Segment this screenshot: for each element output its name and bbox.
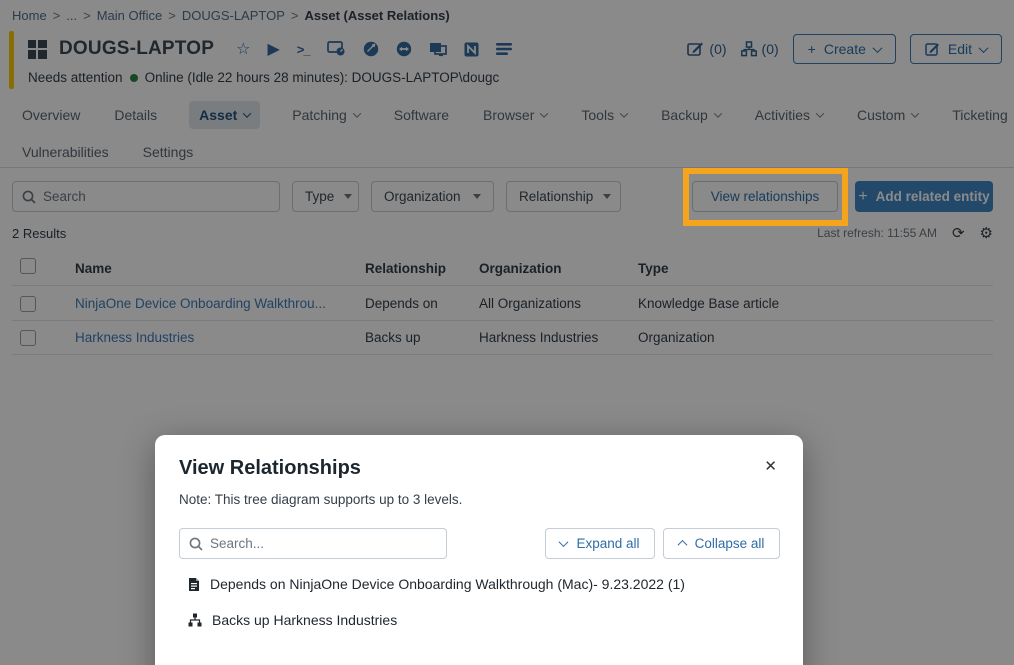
view-relationships-modal: View Relationships ✕ Note: This tree dia…	[155, 435, 803, 665]
chevron-down-icon	[559, 537, 569, 547]
hierarchy-icon	[188, 613, 202, 627]
expand-all-label: Expand all	[576, 536, 639, 551]
modal-search-box	[179, 528, 447, 559]
close-icon[interactable]: ✕	[764, 457, 777, 475]
tree-item-label: Depends on NinjaOne Device Onboarding Wa…	[210, 576, 685, 592]
collapse-all-label: Collapse all	[695, 536, 765, 551]
chevron-up-icon	[677, 540, 687, 550]
document-icon	[188, 577, 200, 592]
modal-search-input[interactable]	[210, 536, 437, 551]
search-icon	[189, 537, 203, 551]
asset-relations-page: Home > ... > Main Office > DOUGS-LAPTOP …	[0, 0, 1014, 665]
expand-all-button[interactable]: Expand all	[545, 528, 655, 559]
tree-item-backs-up[interactable]: Backs up Harkness Industries	[188, 612, 397, 628]
modal-title: View Relationships	[179, 457, 361, 480]
collapse-all-button[interactable]: Collapse all	[663, 528, 780, 559]
tree-item-depends-on[interactable]: Depends on NinjaOne Device Onboarding Wa…	[188, 576, 685, 592]
tree-item-label: Backs up Harkness Industries	[212, 612, 397, 628]
modal-note: Note: This tree diagram supports up to 3…	[179, 492, 462, 507]
